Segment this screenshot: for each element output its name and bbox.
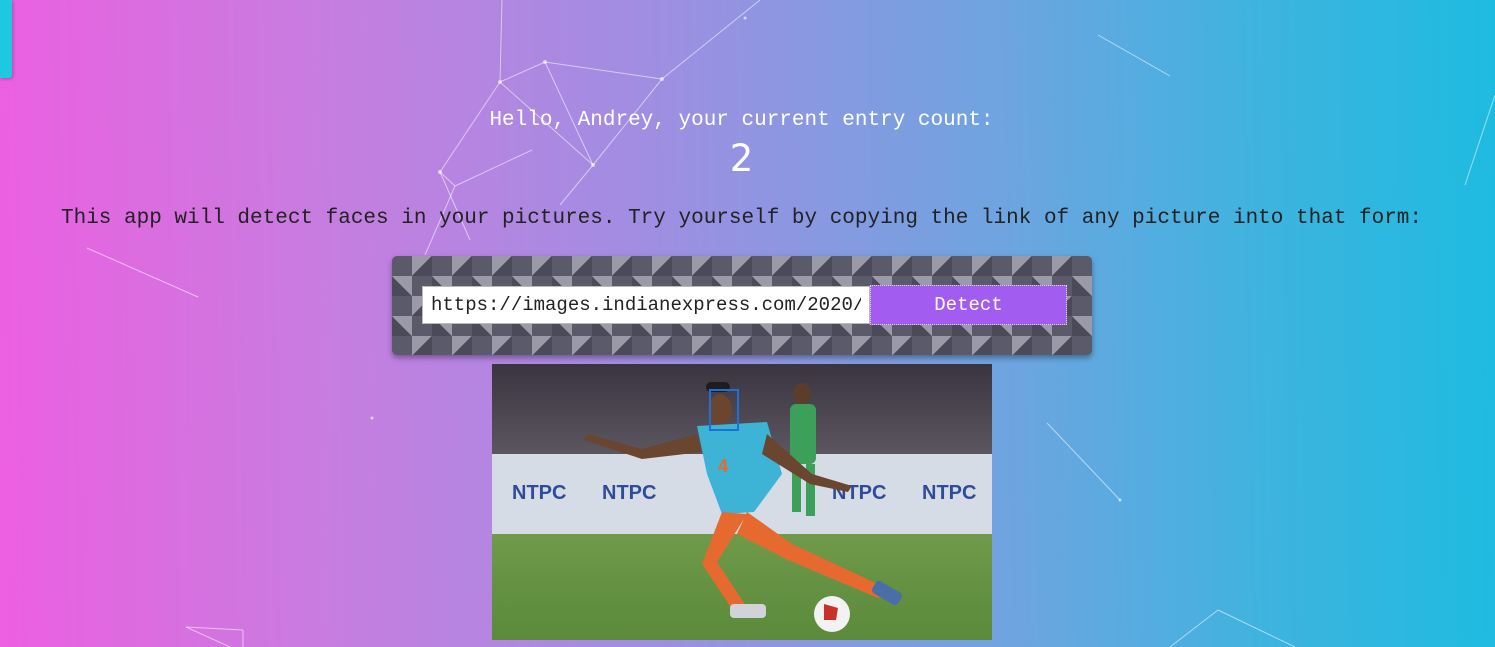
logo-tab[interactable] (0, 0, 12, 78)
detected-face-box (709, 389, 739, 431)
ad-board-text: NTPC (512, 482, 566, 504)
url-form: Detect (392, 256, 1092, 355)
ad-board-text: NTPC (602, 482, 656, 504)
greeting-text: Hello, Andrey, your current entry count: (489, 109, 994, 132)
image-url-input[interactable] (422, 286, 870, 324)
entry-count: 2 (729, 137, 754, 180)
intro-text: This app will detect faces in your pictu… (60, 207, 1423, 230)
football-player-photo: NTPC NTPC NTPC NTPC 4 (492, 364, 992, 640)
jersey-number: 4 (718, 456, 728, 476)
detect-button[interactable]: Detect (870, 285, 1067, 325)
ad-board-text: NTPC (922, 482, 976, 504)
